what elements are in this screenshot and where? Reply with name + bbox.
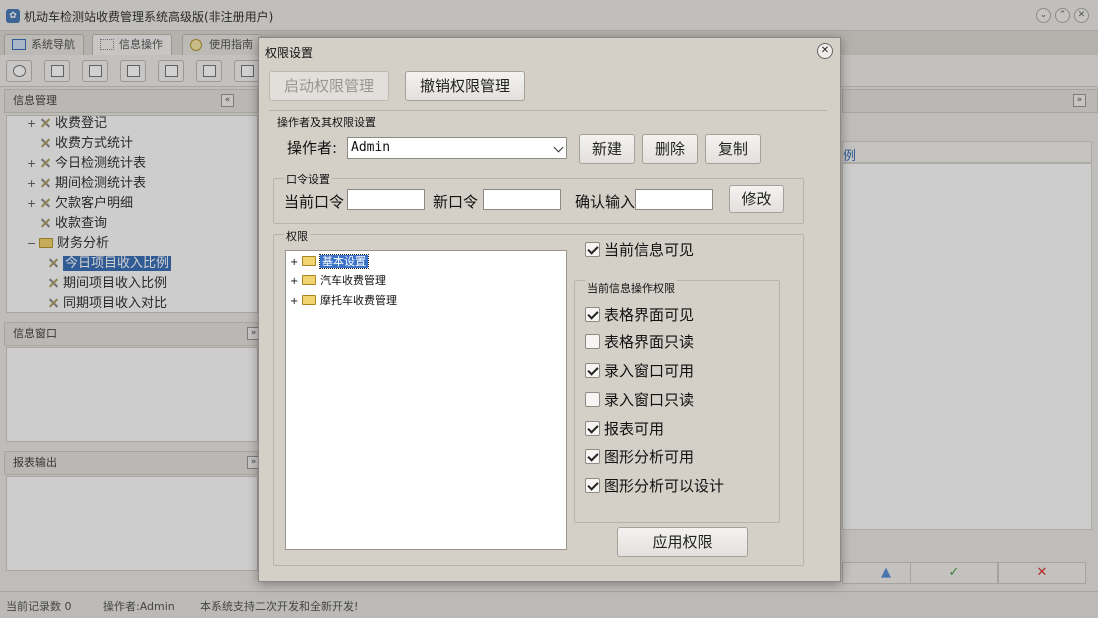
enable-permission-button[interactable]: 启动权限管理: [269, 71, 389, 101]
operator-group-label: 操作者及其权限设置: [275, 114, 378, 130]
modify-password-button[interactable]: 修改: [729, 185, 784, 213]
ops-checkbox[interactable]: 图形分析可以设计: [585, 476, 724, 496]
current-visible-checkbox[interactable]: 当前信息可见: [585, 240, 694, 260]
perm-tree-item[interactable]: + 摩托车收费管理: [290, 292, 397, 310]
apply-permission-button[interactable]: 应用权限: [617, 527, 748, 557]
confirm-password-input[interactable]: [635, 189, 713, 210]
new-password-label: 新口令: [433, 193, 479, 211]
checkbox-checked-icon: [585, 307, 600, 322]
current-password-label: 当前口令: [284, 193, 345, 211]
checkbox-unchecked-icon: [585, 392, 600, 407]
permission-group-label: 权限: [284, 228, 310, 244]
operator-select[interactable]: Admin: [347, 137, 567, 159]
checkbox-checked-icon: [585, 242, 600, 257]
confirm-password-label: 确认输入: [575, 193, 636, 211]
revoke-permission-button[interactable]: 撤销权限管理: [405, 71, 525, 101]
permission-tree: + 基本设置 + 汽车收费管理 + 摩托车收费管理: [285, 250, 567, 550]
password-group-label: 口令设置: [284, 171, 332, 187]
perm-tree-item[interactable]: + 基本设置: [290, 253, 369, 271]
chevron-down-icon: [553, 142, 564, 153]
dialog-title: 权限设置: [265, 46, 314, 60]
ops-checkbox[interactable]: 录入窗口只读: [585, 390, 694, 410]
current-password-input[interactable]: [347, 189, 425, 210]
checkbox-checked-icon: [585, 478, 600, 493]
divider: [269, 110, 827, 111]
checkbox-unchecked-icon: [585, 334, 600, 349]
checkbox-checked-icon: [585, 449, 600, 464]
new-operator-button[interactable]: 新建: [579, 134, 635, 164]
ops-checkbox[interactable]: 表格界面只读: [585, 332, 694, 352]
operator-label: 操作者:: [287, 139, 338, 157]
new-password-input[interactable]: [483, 189, 561, 210]
ops-checkbox[interactable]: 报表可用: [585, 419, 664, 439]
ops-checkbox[interactable]: 图形分析可用: [585, 447, 694, 467]
dialog-close-icon[interactable]: ✕: [817, 43, 833, 59]
ops-checkbox[interactable]: 录入窗口可用: [585, 361, 694, 381]
checkbox-checked-icon: [585, 363, 600, 378]
delete-operator-button[interactable]: 删除: [642, 134, 698, 164]
folder-icon: [302, 275, 316, 285]
ops-group-label: 当前信息操作权限: [585, 280, 677, 296]
perm-tree-item[interactable]: + 汽车收费管理: [290, 272, 386, 290]
permission-dialog: 权限设置 ✕ 启动权限管理 撤销权限管理 操作者及其权限设置 操作者: Admi…: [258, 37, 841, 582]
copy-operator-button[interactable]: 复制: [705, 134, 761, 164]
folder-icon: [302, 256, 316, 266]
checkbox-checked-icon: [585, 421, 600, 436]
folder-icon: [302, 295, 316, 305]
ops-checkbox[interactable]: 表格界面可见: [585, 305, 694, 325]
